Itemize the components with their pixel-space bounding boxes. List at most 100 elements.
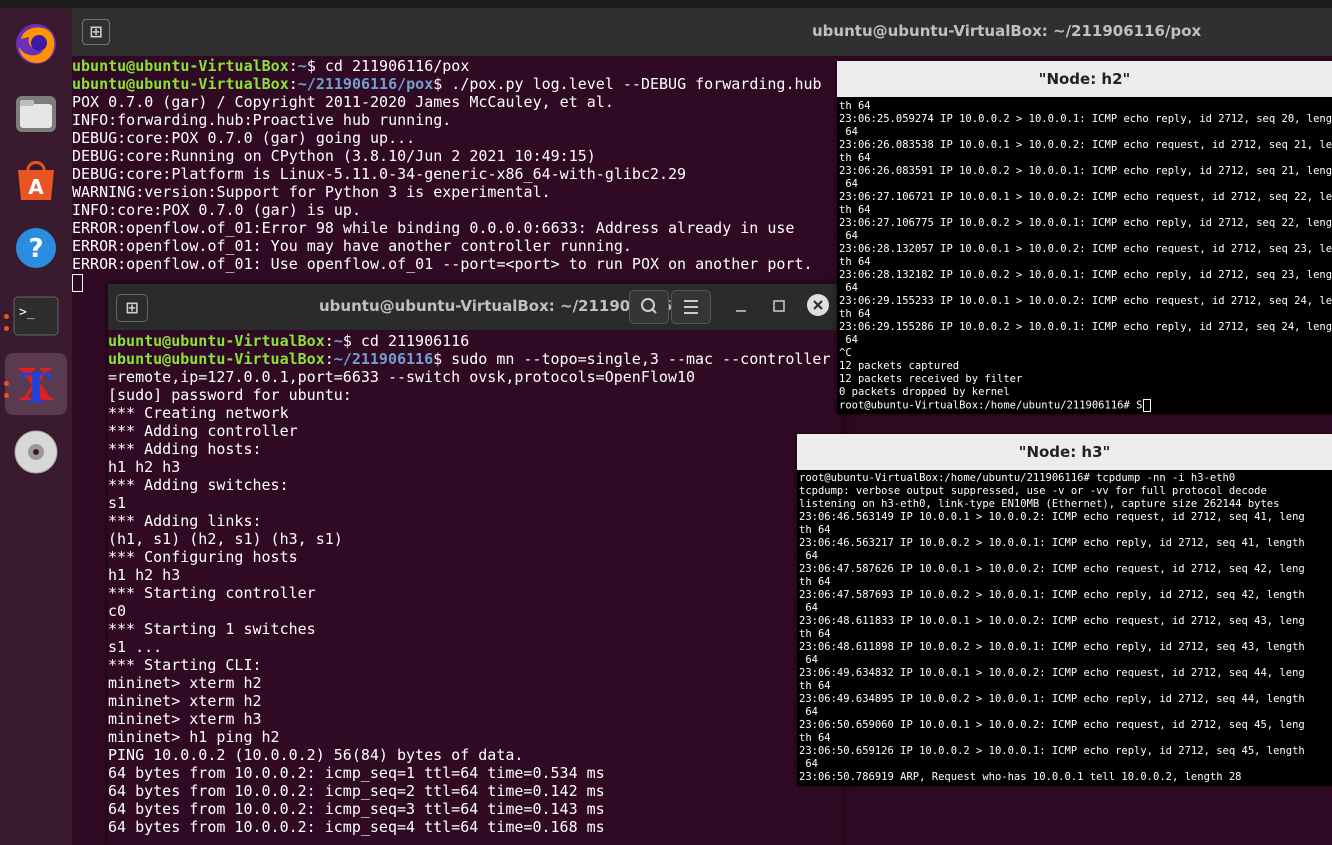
- svg-text:A: A: [28, 175, 44, 199]
- xterm-h2-titlebar[interactable]: "Node: h2": [837, 61, 1332, 97]
- terminal-line[interactable]: mininet> xterm h3: [108, 710, 842, 728]
- xterm-line: 64: [839, 126, 858, 138]
- xterm-h3-titlebar[interactable]: "Node: h3": [797, 434, 1332, 470]
- prompt-user: ubuntu@ubuntu-VirtualBox: [108, 332, 325, 350]
- xterm-line: 23:06:50.659126 IP 10.0.0.2 > 10.0.0.1: …: [799, 745, 1305, 757]
- xterm-line: 23:06:27.106721 IP 10.0.0.1 > 10.0.0.2: …: [839, 191, 1332, 203]
- terminal-line[interactable]: *** Adding switches:: [108, 476, 842, 494]
- terminal-line[interactable]: mininet> h1 ping h2: [108, 728, 842, 746]
- terminal-line[interactable]: 64 bytes from 10.0.0.2: icmp_seq=2 ttl=6…: [108, 782, 842, 800]
- maximize-button[interactable]: [766, 292, 792, 320]
- xterm-line: 64: [839, 334, 858, 346]
- terminal-line[interactable]: mininet> xterm h2: [108, 674, 842, 692]
- xterm-line: 23:06:46.563217 IP 10.0.0.2 > 10.0.0.1: …: [799, 537, 1305, 549]
- prompt-path: ~/211906116: [333, 350, 434, 368]
- xterm-line: 23:06:50.786919 ARP, Request who-has 10.…: [799, 771, 1242, 783]
- xterm-line: th 64: [799, 732, 831, 744]
- xterm-h3-window[interactable]: "Node: h3" root@ubuntu-VirtualBox:/home/…: [797, 434, 1332, 786]
- terminal-line[interactable]: ubuntu@ubuntu-VirtualBox:~/211906116$ su…: [108, 350, 842, 368]
- search-button[interactable]: [629, 290, 669, 324]
- terminal-line[interactable]: *** Adding links:: [108, 512, 842, 530]
- terminal-line[interactable]: c0: [108, 602, 842, 620]
- xterm-line: th 64: [839, 100, 871, 112]
- minimize-icon: [736, 310, 746, 312]
- terminal-line[interactable]: 64 bytes from 10.0.0.2: icmp_seq=3 ttl=6…: [108, 800, 842, 818]
- xterm-line: 23:06:49.634832 IP 10.0.0.1 > 10.0.0.2: …: [799, 667, 1305, 679]
- xterm-h2-window[interactable]: "Node: h2" th 64 23:06:25.059274 IP 10.0.…: [837, 61, 1332, 414]
- xterm-line: 23:06:29.155233 IP 10.0.0.1 > 10.0.0.2: …: [839, 295, 1332, 307]
- command-text: $ sudo mn --topo=single,3 --mac --contro…: [433, 350, 831, 368]
- minimize-button[interactable]: [728, 292, 754, 320]
- terminal-line[interactable]: s1: [108, 494, 842, 512]
- dock-item-files[interactable]: [10, 88, 62, 140]
- xterm-line: 64: [799, 758, 818, 770]
- terminal-line[interactable]: s1 ...: [108, 638, 842, 656]
- xterm-line: root@ubuntu-VirtualBox:/home/ubuntu/2119…: [839, 399, 1332, 412]
- svg-text:?: ?: [28, 234, 43, 264]
- dock-item-firefox[interactable]: [10, 18, 62, 70]
- terminal-line[interactable]: (h1, s1) (h2, s1) (h3, s1): [108, 530, 842, 548]
- menu-button[interactable]: [671, 290, 711, 324]
- terminal-line[interactable]: *** Configuring hosts: [108, 548, 842, 566]
- xterm-line: 64: [799, 706, 818, 718]
- xterm-line: root@ubuntu-VirtualBox:/home/ubuntu/2119…: [799, 472, 1236, 484]
- hamburger-menu-icon: [684, 300, 698, 314]
- xterm-line: 64: [839, 178, 858, 190]
- xterm-h3-output[interactable]: root@ubuntu-VirtualBox:/home/ubuntu/2119…: [799, 472, 1332, 784]
- xterm-line: 23:06:29.155286 IP 10.0.0.2 > 10.0.0.1: …: [839, 321, 1332, 333]
- terminal-icon: >_: [13, 296, 59, 336]
- xterm-line: 23:06:48.611833 IP 10.0.0.1 > 10.0.0.2: …: [799, 615, 1305, 627]
- prompt-path: ~: [297, 57, 307, 75]
- command-text: $ ./pox.py log.level --DEBUG forwarding.…: [433, 75, 822, 93]
- dock: A ? >_ X T: [0, 8, 72, 845]
- xterm-line: listening on h3-eth0, link-type EN10MB (…: [799, 498, 1280, 510]
- dock-item-software[interactable]: A: [10, 154, 62, 206]
- new-tab-icon[interactable]: ⊞: [116, 294, 148, 322]
- terminal-line[interactable]: *** Creating network: [108, 404, 842, 422]
- terminal-line[interactable]: [sudo] password for ubuntu:: [108, 386, 842, 404]
- xterm-h2-output[interactable]: th 64 23:06:25.059274 IP 10.0.0.2 > 10.0.…: [839, 100, 1332, 412]
- terminal-line[interactable]: h1 h2 h3: [108, 458, 842, 476]
- pox-terminal-titlebar[interactable]: ⊞ ubuntu@ubuntu-VirtualBox: ~/211906116/…: [72, 8, 1332, 56]
- xterm-line: 23:06:50.659060 IP 10.0.0.1 > 10.0.0.2: …: [799, 719, 1305, 731]
- terminal-line[interactable]: PING 10.0.0.2 (10.0.0.2) 56(84) bytes of…: [108, 746, 842, 764]
- prompt-path: ~/211906116/pox: [297, 75, 434, 93]
- xterm-line: 23:06:26.083591 IP 10.0.0.2 > 10.0.0.1: …: [839, 165, 1332, 177]
- xterm-line: 23:06:25.059274 IP 10.0.0.2 > 10.0.0.1: …: [839, 113, 1332, 125]
- prompt-colon: :: [288, 57, 298, 75]
- xterm-line: 64: [799, 550, 818, 562]
- top-bar: [0, 0, 1332, 8]
- dock-item-dvd[interactable]: [10, 426, 62, 478]
- new-tab-icon[interactable]: ⊞: [82, 19, 110, 45]
- terminal-line[interactable]: 64 bytes from 10.0.0.2: icmp_seq=1 ttl=6…: [108, 764, 842, 782]
- terminal-line[interactable]: *** Starting 1 switches: [108, 620, 842, 638]
- maximize-icon: [773, 300, 785, 312]
- close-button[interactable]: [807, 294, 829, 316]
- mininet-terminal-titlebar[interactable]: ⊞ ubuntu@ubuntu-VirtualBox: ~/211906116: [108, 284, 842, 330]
- terminal-line[interactable]: =remote,ip=127.0.0.1,port=6633 --switch …: [108, 368, 842, 386]
- terminal-line[interactable]: ubuntu@ubuntu-VirtualBox:~$ cd 211906116: [108, 332, 842, 350]
- terminal-line[interactable]: *** Starting controller: [108, 584, 842, 602]
- dock-item-xterm[interactable]: X T: [5, 353, 67, 415]
- mininet-terminal-window[interactable]: ⊞ ubuntu@ubuntu-VirtualBox: ~/211906116 …: [108, 284, 842, 845]
- xterm-line: th 64: [839, 256, 871, 268]
- dock-item-terminal[interactable]: >_: [10, 290, 62, 342]
- xterm-line: 23:06:46.563149 IP 10.0.0.1 > 10.0.0.2: …: [799, 511, 1305, 523]
- terminal-line[interactable]: 64 bytes from 10.0.0.2: icmp_seq=4 ttl=6…: [108, 818, 842, 836]
- prompt-user: ubuntu@ubuntu-VirtualBox: [72, 57, 289, 75]
- terminal-line[interactable]: h1 h2 h3: [108, 566, 842, 584]
- mininet-terminal-output[interactable]: ubuntu@ubuntu-VirtualBox:~$ cd 211906116…: [108, 330, 842, 845]
- xterm-line: 64: [839, 282, 858, 294]
- terminal-line[interactable]: *** Starting CLI:: [108, 656, 842, 674]
- dock-item-help[interactable]: ?: [10, 222, 62, 274]
- xterm-line: th 64: [799, 680, 831, 692]
- terminal-line[interactable]: mininet> xterm h2: [108, 692, 842, 710]
- xterm-line: 23:06:47.587626 IP 10.0.0.1 > 10.0.0.2: …: [799, 563, 1305, 575]
- xterm-line: th 64: [839, 308, 871, 320]
- window-title: ubuntu@ubuntu-VirtualBox: ~/211906116: [319, 297, 672, 315]
- terminal-line[interactable]: *** Adding hosts:: [108, 440, 842, 458]
- terminal-line[interactable]: *** Adding controller: [108, 422, 842, 440]
- svg-text:>_: >_: [19, 305, 35, 320]
- text-cursor: [72, 273, 83, 292]
- xterm-line: th 64: [839, 152, 871, 164]
